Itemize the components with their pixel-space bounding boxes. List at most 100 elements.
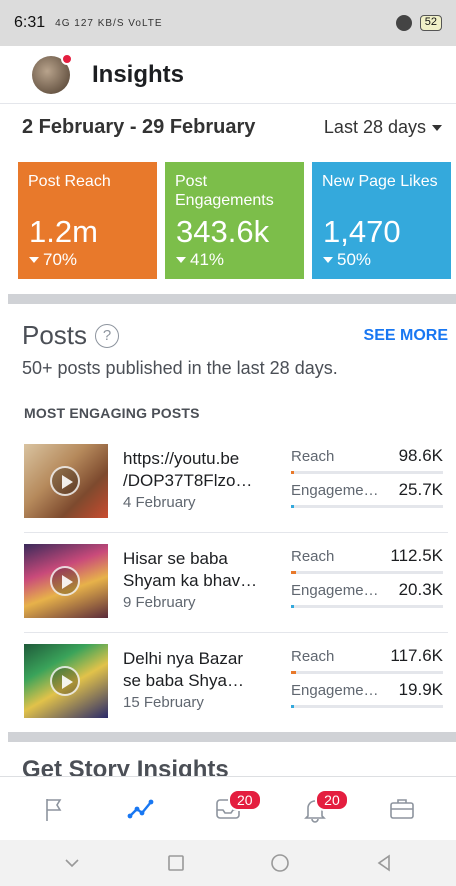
- play-icon: [50, 666, 80, 696]
- nav-tools[interactable]: [372, 784, 432, 834]
- alarm-icon: [395, 15, 412, 31]
- post-item[interactable]: Delhi nya Bazar se baba Shya… 15 Februar…: [24, 640, 446, 732]
- card-label: Post Reach: [28, 173, 111, 190]
- nav-inbox[interactable]: 20: [198, 784, 262, 834]
- date-range: 2 February - 29 February: [22, 116, 256, 138]
- card-change-value: 70%: [43, 250, 78, 269]
- post-thumbnail[interactable]: [24, 444, 108, 518]
- network-indicators: 4G 127 KB/S VoLTE: [55, 17, 163, 29]
- card-change: 50%: [323, 250, 371, 270]
- card-change-value: 50%: [337, 250, 372, 269]
- status-right: 52: [395, 15, 442, 31]
- flag-icon: [45, 798, 62, 821]
- notifications-badge: 20: [315, 788, 349, 811]
- reach-label: Reach: [291, 448, 335, 465]
- engagement-value: 19.9K: [398, 680, 443, 699]
- insights-chart-icon: [127, 799, 154, 818]
- nav-page[interactable]: [24, 784, 84, 834]
- recents-square-icon[interactable]: [164, 851, 188, 875]
- card-change-value: 41%: [190, 250, 225, 269]
- engagement-bar: [291, 605, 443, 608]
- notification-dot-icon: [61, 52, 73, 65]
- reach-value: 98.6K: [398, 446, 443, 465]
- chevron-down-icon[interactable]: [60, 851, 84, 875]
- card-post-engagements[interactable]: Post Engagements 343.6k 41%: [165, 162, 304, 279]
- engagement-stat: Engageme… 19.9K: [291, 674, 443, 708]
- card-label: Post Engagements: [175, 173, 274, 209]
- play-icon: [50, 466, 80, 496]
- engagement-label: Engageme…: [291, 482, 379, 499]
- reach-label: Reach: [291, 548, 335, 565]
- posts-subtitle: 50+ posts published in the last 28 days.: [22, 358, 338, 378]
- inbox-badge: 20: [227, 788, 262, 811]
- post-item[interactable]: https://youtu.be /DOP37T8Flzo… 4 Februar…: [24, 440, 446, 532]
- engagement-bar-fill: [291, 505, 295, 508]
- posts-title: Posts: [22, 320, 88, 350]
- card-value: 1.2m: [29, 214, 98, 249]
- avatar[interactable]: [32, 52, 73, 94]
- post-title: Delhi nya Bazar se baba Shya…: [123, 649, 244, 690]
- card-post-reach[interactable]: Post Reach 1.2m 70%: [18, 162, 157, 279]
- date-row: 2 February - 29 February Last 28 days: [22, 116, 442, 139]
- reach-stat: Reach 112.5K: [291, 540, 443, 574]
- status-time: 6:31: [14, 14, 46, 31]
- engagement-stat: Engageme… 25.7K: [291, 474, 443, 508]
- engagement-label: Engageme…: [291, 582, 379, 599]
- card-value: 343.6k: [176, 214, 270, 249]
- section-divider: [8, 732, 456, 742]
- posts-header: Posts ? SEE MORE: [22, 320, 448, 351]
- post-text: https://youtu.be /DOP37T8Flzo… 4 Februar…: [123, 440, 283, 532]
- decrease-arrow-icon: [176, 257, 186, 263]
- post-stats: Reach 117.6K Engageme… 19.9K: [291, 640, 443, 732]
- post-thumbnail[interactable]: [24, 644, 108, 718]
- section-divider: [8, 294, 456, 304]
- post-date: 9 February: [123, 594, 196, 611]
- engagement-value: 20.3K: [398, 580, 443, 599]
- post-text: Hisar se baba Shyam ka bhav… 9 February: [123, 540, 283, 632]
- post-title: https://youtu.be /DOP37T8Flzo…: [123, 449, 253, 490]
- post-stats: Reach 112.5K Engageme… 20.3K: [291, 540, 443, 632]
- engagement-label: Engageme…: [291, 682, 379, 699]
- post-thumbnail[interactable]: [24, 544, 108, 618]
- reach-stat: Reach 98.6K: [291, 440, 443, 474]
- engagement-bar: [291, 705, 443, 708]
- engagement-value: 25.7K: [398, 480, 443, 499]
- card-value: 1,470: [323, 214, 401, 249]
- status-bar: 6:31 4G 127 KB/S VoLTE 52: [0, 0, 456, 46]
- briefcase-icon: [390, 798, 415, 819]
- row-separator: [24, 632, 448, 633]
- battery-icon: 52: [419, 15, 442, 31]
- post-date: 4 February: [123, 494, 196, 511]
- post-text: Delhi nya Bazar se baba Shya… 15 Februar…: [123, 640, 283, 732]
- card-new-page-likes[interactable]: New Page Likes 1,470 50%: [312, 162, 451, 279]
- post-date: 15 February: [123, 694, 204, 711]
- post-title: Hisar se baba Shyam ka bhav…: [123, 549, 258, 590]
- back-triangle-icon[interactable]: [372, 851, 396, 875]
- app-header: Insights: [0, 46, 456, 104]
- nav-insights[interactable]: [111, 784, 171, 834]
- page-title: Insights: [92, 60, 185, 88]
- home-circle-icon[interactable]: [268, 851, 292, 875]
- engagement-stat: Engageme… 20.3K: [291, 574, 443, 608]
- play-icon: [50, 566, 80, 596]
- bottom-nav: 20 20: [0, 776, 456, 840]
- card-change: 41%: [176, 250, 224, 270]
- reach-label: Reach: [291, 648, 335, 665]
- period-label: Last 28 days: [323, 117, 426, 137]
- engagement-bar: [291, 505, 443, 508]
- card-label: New Page Likes: [322, 173, 438, 190]
- system-nav: [0, 840, 456, 886]
- engagement-bar-fill: [291, 605, 295, 608]
- post-stats: Reach 98.6K Engageme… 25.7K: [291, 440, 443, 532]
- decrease-arrow-icon: [29, 257, 39, 263]
- reach-stat: Reach 117.6K: [291, 640, 443, 674]
- period-selector[interactable]: Last 28 days: [324, 117, 442, 138]
- nav-notifications[interactable]: 20: [285, 784, 349, 834]
- engagement-bar-fill: [291, 705, 295, 708]
- post-item[interactable]: Hisar se baba Shyam ka bhav… 9 February …: [24, 540, 446, 632]
- see-more-link[interactable]: SEE MORE: [364, 327, 448, 345]
- help-icon[interactable]: ?: [95, 323, 120, 348]
- decrease-arrow-icon: [323, 257, 333, 263]
- row-separator: [24, 532, 448, 533]
- reach-value: 112.5K: [390, 546, 443, 565]
